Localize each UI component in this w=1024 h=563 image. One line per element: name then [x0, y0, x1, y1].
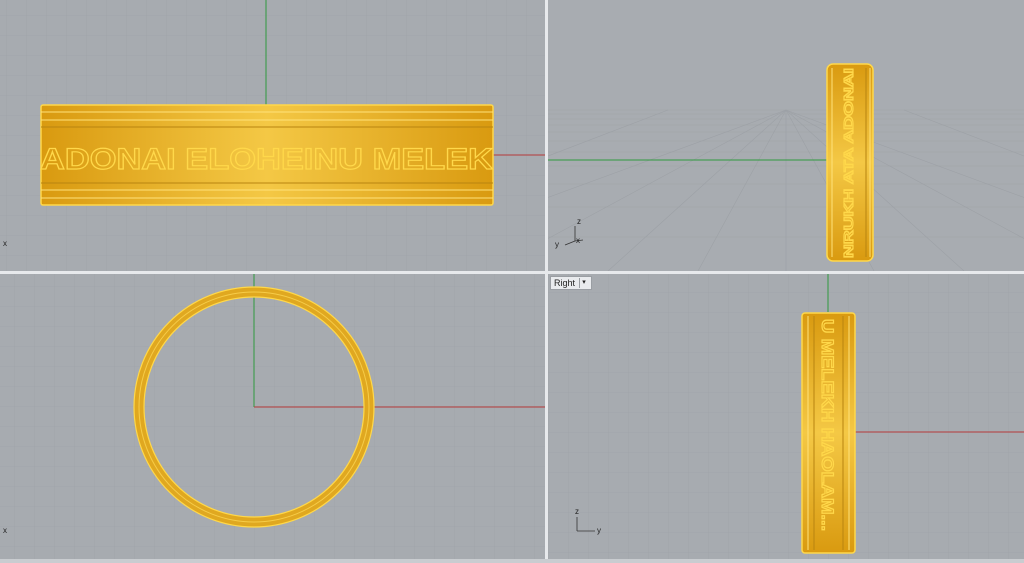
viewport-tabs-bar — [0, 559, 1024, 563]
perspective-viewport-canvas[interactable]: NRUKH ATA ADONAI z y x — [548, 0, 1024, 271]
ring-band-right[interactable]: U MELEKH HAOLAM... — [801, 312, 856, 554]
chevron-down-icon[interactable]: ▾ — [579, 278, 588, 288]
svg-text:y: y — [597, 526, 601, 535]
engraving-text: U MELEKH HAOLAM... — [818, 319, 837, 531]
viewport-title-right[interactable]: Right ▾ — [550, 276, 593, 290]
axis-x-label: x — [3, 526, 7, 535]
viewport-splitter-vertical[interactable] — [545, 0, 548, 559]
right-viewport-canvas[interactable]: U MELEKH HAOLAM... z y — [548, 274, 1024, 559]
svg-text:x: x — [576, 236, 580, 245]
viewport-perspective[interactable]: NRUKH ATA ADONAI z y x — [548, 0, 1024, 271]
svg-text:z: z — [577, 217, 581, 226]
ring-band-perspective[interactable]: NRUKH ATA ADONAI — [826, 63, 874, 262]
svg-text:y: y — [555, 240, 559, 249]
viewport-front[interactable]: x — [0, 274, 545, 559]
viewport-splitter-horizontal[interactable] — [0, 271, 1024, 274]
ring-band-top[interactable]: ADONAI ELOHEINU MELEK — [39, 104, 494, 206]
front-viewport-canvas[interactable]: x — [0, 274, 545, 559]
engraving-text: NRUKH ATA ADONAI — [841, 68, 856, 258]
ground-grid — [548, 109, 1024, 271]
top-viewport-canvas[interactable]: ADONAI ELOHEINU MELEK x — [0, 0, 545, 271]
svg-text:z: z — [575, 507, 579, 516]
viewport-title-label: Right — [554, 278, 576, 288]
viewport-right[interactable]: Right ▾ U MELEKH HAOLAM... z y — [548, 274, 1024, 559]
axis-gizmo: z y x — [555, 217, 584, 249]
viewport-top[interactable]: ADONAI ELOHEINU MELEK x — [0, 0, 545, 271]
engraving-text: ADONAI ELOHEINU MELEK — [40, 143, 493, 176]
axis-x-label: x — [3, 239, 7, 248]
